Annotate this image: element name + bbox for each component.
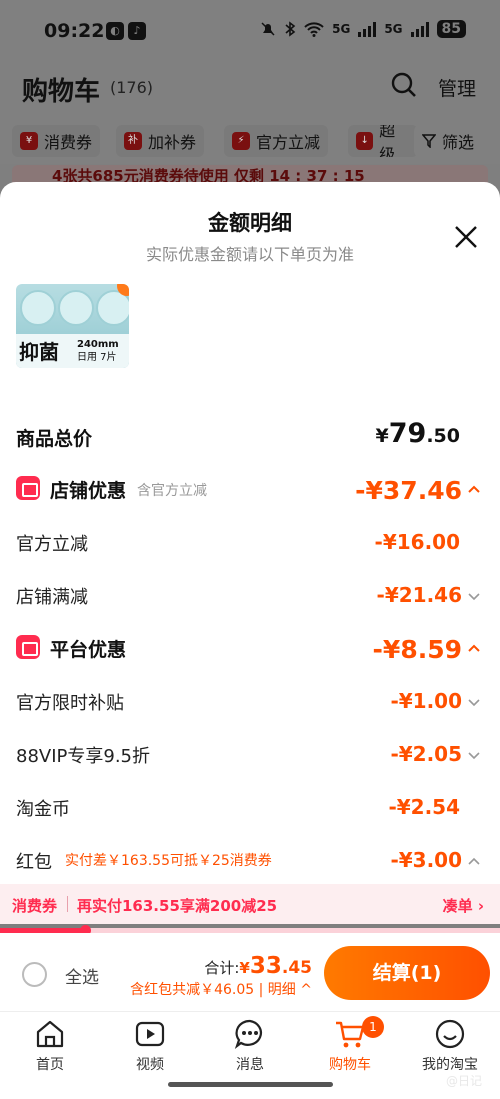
list-item: 淘金币 -¥2.54 (16, 795, 460, 820)
promo-tag: 消费券 (12, 897, 58, 915)
checkout-button[interactable]: 结算(1) (324, 946, 490, 1000)
chevron-up-icon[interactable] (466, 853, 482, 869)
hongbao-note: 实付差￥163.55可抵￥25消费券 (65, 853, 272, 869)
shop-discount-label: 店铺优惠 (50, 480, 127, 502)
list-item[interactable]: 店铺满减 -¥21.46 (16, 583, 484, 613)
filter-button[interactable]: 筛选 (414, 125, 483, 157)
coupon-icon: ¥ (20, 132, 38, 150)
cart-badge: 1 (362, 1016, 384, 1038)
list-item[interactable]: 官方限时补贴 -¥1.00 (16, 689, 484, 719)
signal-bars-icon (358, 21, 377, 37)
total-amount: ¥79.50 (375, 418, 460, 449)
tiktok-icon: ♪ (128, 22, 146, 40)
product-thumbnail: 抑菌 240mm 日用 7片 (16, 284, 129, 368)
status-bar: 09:22 ◐ ♪ 5G 5G 85 (0, 0, 500, 62)
sum-line: 合计:¥33.45 (204, 953, 312, 979)
filter-chip-subsidy[interactable]: 补加补券 (116, 125, 205, 157)
select-all-checkbox[interactable] (22, 962, 47, 987)
filter-row: ¥ 消费券 补加补券 ⚡ 官方立减 ↓ 超级 筛选 (0, 120, 500, 164)
coupon-promo-strip[interactable]: 消费券 再实付163.55享满200减25 凑单 › (0, 884, 500, 924)
search-icon[interactable] (391, 72, 417, 98)
filter-chip-super[interactable]: ↓ 超级 (348, 125, 418, 157)
chevron-up-icon[interactable] (466, 481, 482, 497)
checkout-bar: 全选 合计:¥33.45 含红包共减￥46.05 | 明细 ^ 结算(1) (0, 933, 500, 1011)
page-title: 购物车 (22, 77, 101, 107)
shop-discount-amount: -¥37.46 (355, 476, 462, 505)
cart-header: 购物车 (176) 管理 (0, 62, 500, 120)
platform-icon (16, 635, 40, 659)
chevron-down-icon[interactable] (466, 747, 482, 763)
filter-icon (422, 134, 436, 148)
video-icon (135, 1021, 165, 1047)
list-item[interactable]: 88VIP专享9.5折 -¥2.05 (16, 742, 484, 772)
arrow-down-icon: ↓ (356, 132, 374, 150)
list-item: 官方立减 -¥16.00 (16, 530, 460, 555)
sheet-title: 金额明细 (208, 211, 292, 235)
shop-discount-row[interactable]: 店铺优惠 含官方立减 -¥37.46 (16, 476, 484, 506)
message-icon (234, 1019, 262, 1049)
manage-button[interactable]: 管理 (438, 74, 476, 101)
sheet-subtitle: 实际优惠金额请以下单页为准 (145, 245, 354, 264)
app-notification-icon: ◐ (106, 22, 124, 40)
discount-detail-link[interactable]: 含红包共减￥46.05 | 明细 ^ (130, 979, 312, 999)
platform-discount-label: 平台优惠 (50, 639, 127, 661)
mute-icon (261, 22, 275, 36)
filter-chip-official-discount[interactable]: ⚡ 官方立减 (224, 125, 329, 157)
bluetooth-icon (285, 21, 296, 37)
platform-discount-amount: -¥8.59 (372, 635, 462, 664)
watermark: @日记 (445, 1074, 482, 1088)
signal-5g-icon: 5G (332, 22, 351, 36)
promo-text: 再实付163.55享满200减25 (77, 897, 278, 915)
filter-chip-coupon[interactable]: ¥ 消费券 (12, 125, 101, 157)
amount-detail-sheet: 金额明细 实际优惠金额请以下单页为准 抑菌 240mm 日用 7片 商品总价 ¥… (0, 182, 500, 884)
battery-indicator: 85 (436, 20, 466, 38)
thumb-count: 日用 7片 (77, 352, 117, 363)
total-row: 商品总价 ¥79.50 (16, 418, 484, 454)
signal-5g-icon-2: 5G (384, 22, 403, 36)
signal-bars-icon-2 (410, 21, 429, 37)
chevron-down-icon[interactable] (466, 694, 482, 710)
add-items-link[interactable]: 凑单 › (443, 895, 484, 916)
tab-profile[interactable]: 我的淘宝 (400, 1018, 500, 1074)
wifi-icon (304, 22, 324, 37)
close-icon[interactable] (451, 222, 481, 252)
list-item[interactable]: 红包 实付差￥163.55可抵￥25消费券 -¥3.00 (16, 848, 484, 878)
sum-amount: ¥33.45 (239, 953, 312, 979)
tab-home[interactable]: 首页 (0, 1018, 100, 1074)
thumb-text: 抑菌 (19, 340, 59, 364)
platform-discount-row[interactable]: 平台优惠 -¥8.59 (16, 635, 484, 665)
tab-cart[interactable]: 1 购物车 (300, 1016, 400, 1074)
shop-discount-note: 含官方立减 (137, 483, 207, 499)
lightning-icon: ⚡ (232, 132, 250, 150)
profile-icon (435, 1019, 465, 1049)
status-icons: 5G 5G 85 (260, 20, 466, 38)
shop-icon (16, 476, 40, 500)
subsidy-icon: 补 (124, 132, 142, 150)
chevron-up-icon[interactable] (466, 640, 482, 656)
tab-video[interactable]: 视频 (100, 1018, 200, 1074)
home-icon (36, 1020, 64, 1048)
home-indicator (168, 1082, 333, 1087)
select-all-label[interactable]: 全选 (65, 963, 99, 988)
cart-icon (336, 1021, 365, 1048)
chevron-down-icon[interactable] (466, 588, 482, 604)
cart-count: (176) (110, 78, 154, 97)
total-label: 商品总价 (16, 428, 93, 450)
tab-messages[interactable]: 消息 (200, 1018, 300, 1074)
status-time: 09:22 (44, 20, 105, 42)
